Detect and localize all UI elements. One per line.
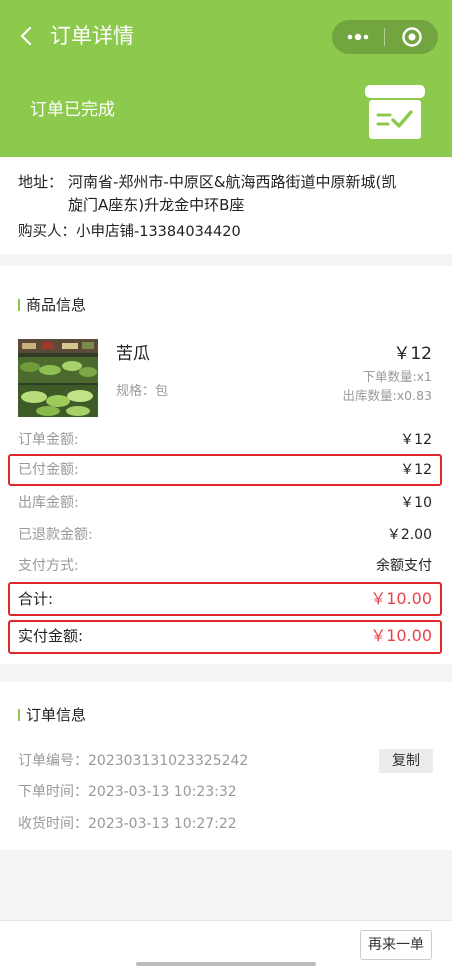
amount-label: 实付金额: [18,627,84,645]
order-status-text: 订单已完成 [30,100,115,120]
order-section-title: 订单信息 [18,704,86,726]
mini-program-capsule [332,20,438,54]
amount-value: ￥2.00 [386,527,432,543]
product-price: ￥12 [393,344,432,364]
buyer-label: 购买人： [18,224,76,240]
amount-value: 余额支付 [376,558,432,574]
more-dots-icon [347,33,369,41]
amount-label: 合计: [18,590,54,608]
amount-label: 支付方式: [18,558,79,574]
amount-row-payment-method: 支付方式: 余额支付 [18,554,432,578]
goods-card: 商品信息 苦瓜 规格：包 ￥12 下单数量:x1 出库数量:x0.83 订单金额… [0,266,452,664]
amount-label: 订单金额: [18,432,79,448]
amount-label: 已退款金额: [18,527,93,543]
back-button[interactable] [16,22,40,50]
amount-row-refunded: 已退款金额: ￥2.00 [18,523,432,547]
order-info-card: 订单信息 订单编号：202303131023325242 复制 下单时间：202… [0,682,452,850]
amount-row-total: 合计: ￥10.00 [18,587,432,611]
address-value: 河南省-郑州市-中原区&航海西路街道中原新城(凯旋门A座东)升龙金中环B座 [68,173,397,214]
more-button[interactable] [332,20,384,54]
address-label: 地址： [18,173,64,191]
order-quantity: 下单数量:x1 [362,369,432,384]
amount-value: ￥10.00 [370,626,432,645]
product-spec: 规格：包 [116,384,169,399]
close-button[interactable] [385,20,438,54]
order-number: 订单编号：202303131023325242 [18,753,249,769]
bottom-action-bar: 再来一单 [0,920,452,968]
target-close-icon [401,27,422,47]
amount-row-outbound: 出库金额: ￥10 [18,491,432,515]
header-banner: 订单详情 订单已完成 [0,0,452,157]
amount-value: ￥10.00 [370,589,432,608]
amount-label: 已付金额: [18,462,79,478]
amount-value: ￥12 [400,462,432,478]
completed-box-icon [362,82,428,142]
buyer-row: 购买人：小申店铺-13384034420 [18,221,241,243]
page-title: 订单详情 [50,24,134,48]
amount-label: 出库金额: [18,495,79,511]
product-image[interactable] [18,339,98,417]
amount-value: ￥12 [400,432,432,448]
amount-value: ￥10 [400,495,432,511]
product-name: 苦瓜 [116,344,150,364]
chevron-left-icon [20,26,32,46]
goods-section-title: 商品信息 [18,294,86,316]
amount-row-order: 订单金额: ￥12 [18,428,432,452]
buyer-value: 小申店铺-13384034420 [76,224,241,240]
receive-time: 收货时间：2023-03-13 10:27:22 [18,816,237,832]
amount-row-paid: 已付金额: ￥12 [18,458,432,482]
order-time: 下单时间：2023-03-13 10:23:32 [18,784,237,800]
home-indicator[interactable] [136,962,316,966]
outbound-quantity: 出库数量:x0.83 [342,388,432,403]
copy-button[interactable]: 复制 [379,749,433,773]
address-card: 地址： 河南省-郑州市-中原区&航海西路街道中原新城(凯旋门A座东)升龙金中环B… [0,157,452,254]
reorder-button[interactable]: 再来一单 [360,930,432,960]
amount-row-actual-paid: 实付金额: ￥10.00 [18,624,432,648]
